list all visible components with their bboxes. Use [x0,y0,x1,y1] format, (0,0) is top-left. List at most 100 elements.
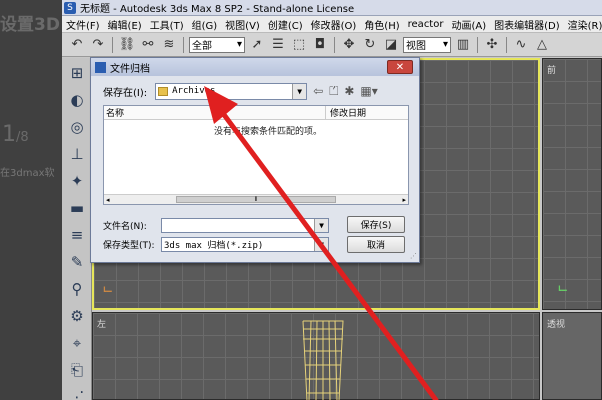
file-list[interactable]: 名称 修改日期 没有与搜索条件匹配的项。 ◂ ⦀ ▸ [103,105,409,205]
chevron-down-icon[interactable]: ▼ [292,83,307,99]
save-in-label: 保存在(I): [103,87,148,99]
modify-panel-icon[interactable]: ◐ [66,89,88,111]
background-page-text: 在3dmax软 [0,168,55,179]
menu-edit[interactable]: 编辑(E) [104,17,146,32]
chevron-down-icon[interactable]: ▼ [314,237,328,251]
brush-icon[interactable]: ✎ [66,251,88,273]
background-page: 设置3D 1/8 在3dmax软 [0,0,62,400]
select-object-icon[interactable]: ➚ [248,36,266,54]
select-manipulate-icon[interactable]: ✣ [483,36,501,54]
menu-group[interactable]: 组(G) [188,17,222,32]
viewport-front[interactable]: 前 ┗━ [542,58,602,310]
angle-snap-icon[interactable]: △ [533,36,551,54]
display-panel-icon[interactable]: ✦ [66,170,88,192]
new-folder-icon[interactable]: ✱ [344,84,354,98]
slide-counter: 1/8 [2,122,29,147]
slide-total: /8 [16,130,29,145]
save-button[interactable]: 保存(S) [347,216,405,233]
selection-filter-dropdown[interactable]: 全部 ▾ [189,36,245,53]
scale-icon[interactable]: ◪ [382,36,400,54]
back-arrow-icon[interactable]: ⇦ [313,84,323,98]
column-header-name[interactable]: 名称 [104,106,326,119]
wrench-icon[interactable]: ⚲ [66,278,88,300]
helper-icon[interactable]: ⌖ [66,332,88,354]
horizontal-scrollbar[interactable]: ◂ ⦀ ▸ [104,194,408,204]
dialog-app-icon [95,61,106,73]
scrollbar-thumb[interactable]: ⦀ [176,196,336,203]
hierarchy-panel-icon[interactable]: ◎ [66,116,88,138]
save-in-row: 保存在(I): Archives ▼ ⇦ ⏍ ✱ ▦▾ [103,82,409,100]
scroll-right-icon[interactable]: ▸ [402,196,406,204]
scroll-left-icon[interactable]: ◂ [106,196,110,204]
menu-create[interactable]: 创建(C) [264,17,307,32]
filename-label: 文件名(N): [103,221,147,232]
spacewarp-icon[interactable]: ⋰ [66,386,88,400]
menu-modifiers[interactable]: 修改器(O) [307,17,361,32]
main-toolbar: ↶ ↷ ⛓ ⚯ ≋ 全部 ▾ ➚ ☰ ⬚ ◘ ✥ ↻ ◪ 视图 ▾ ▥ ✣ ∿ △ [62,33,602,57]
dialog-close-button[interactable]: ✕ [387,60,413,74]
menu-reactor[interactable]: reactor [404,19,448,30]
motion-panel-icon[interactable]: ⊥ [66,143,88,165]
toolbar-separator [334,36,335,53]
link-icon[interactable]: ⛓ [118,36,136,54]
unlink-icon[interactable]: ⚯ [139,36,157,54]
selection-filter-value: 全部 [192,41,212,52]
reference-coordinate-dropdown[interactable]: 视图 ▾ [403,36,451,53]
gear-icon[interactable]: ⚙ [66,305,88,327]
toolbar-separator [506,36,507,53]
chevron-down-icon: ▾ [442,39,448,50]
menu-bar: 文件(F) 编辑(E) 工具(T) 组(G) 视图(V) 创建(C) 修改器(O… [62,16,602,33]
wireframe-model [302,320,344,400]
column-header-date[interactable]: 修改日期 [326,106,366,119]
app-logo-icon[interactable]: S [64,1,76,14]
menu-character[interactable]: 角色(H) [360,17,403,32]
reference-coordinate-value: 视图 [406,41,426,52]
filetype-dropdown[interactable]: 3ds max 归档(*.zip) ▼ [161,236,329,252]
viewport-perspective-label[interactable]: 透视 [547,317,565,330]
dialog-title: 文件归档 [110,63,150,75]
snaps-toggle-icon[interactable]: ∿ [512,36,530,54]
redo-icon[interactable]: ↷ [89,36,107,54]
window-crossing-icon[interactable]: ◘ [311,36,329,54]
save-in-dropdown[interactable]: Archives ▼ [155,82,308,100]
menu-graph-editors[interactable]: 图表编辑器(D) [490,17,564,32]
camera-icon[interactable]: ⎗ [66,359,88,381]
background-page-title: 设置3D [0,15,60,35]
viewport-perspective[interactable]: 透视 [542,312,602,400]
pivot-center-icon[interactable]: ▥ [454,36,472,54]
menu-tools[interactable]: 工具(T) [146,17,188,32]
save-in-value: Archives [172,86,216,96]
toolbar-separator [112,36,113,53]
filename-input[interactable]: ▼ [161,217,329,233]
utilities-panel-icon[interactable]: ▬ [66,197,88,219]
view-menu-icon[interactable]: ▦▾ [360,84,377,98]
menu-animation[interactable]: 动画(A) [447,17,490,32]
rotate-icon[interactable]: ↻ [361,36,379,54]
chevron-down-icon[interactable]: ▼ [314,218,328,232]
window-titlebar[interactable]: S 无标题 - Autodesk 3ds Max 8 SP2 - Stand-a… [62,0,602,16]
viewport-left-label[interactable]: 左 [97,317,106,330]
filetype-value: 3ds max 归档(*.zip) [164,240,264,251]
cancel-button[interactable]: 取消 [347,236,405,253]
menu-views[interactable]: 视图(V) [221,17,264,32]
bind-space-warp-icon[interactable]: ≋ [160,36,178,54]
toolbar-separator [183,36,184,53]
viewport-left[interactable]: 左 [92,312,540,400]
dialog-titlebar[interactable]: 文件归档 ✕ [91,58,419,76]
rectangular-selection-icon[interactable]: ⬚ [290,36,308,54]
move-icon[interactable]: ✥ [340,36,358,54]
empty-list-message: 没有与搜索条件匹配的项。 [214,127,323,137]
undo-icon[interactable]: ↶ [68,36,86,54]
file-list-header: 名称 修改日期 [104,106,408,120]
create-panel-icon[interactable]: ⊞ [66,62,88,84]
up-folder-icon[interactable]: ⏍ [329,84,338,99]
tool-icon[interactable]: ≡ [66,224,88,246]
menu-rendering[interactable]: 渲染(R) [564,17,602,32]
viewport-front-label[interactable]: 前 [547,63,556,76]
resize-grip-icon[interactable]: ⋰ [410,252,417,260]
menu-file[interactable]: 文件(F) [62,17,104,32]
folder-icon [158,86,169,96]
select-by-name-icon[interactable]: ☰ [269,36,287,54]
file-archive-dialog: 文件归档 ✕ 保存在(I): Archives ▼ ⇦ ⏍ ✱ ▦▾ 名称 修改… [90,57,420,263]
axis-gizmo-icon: ┗━ [102,287,112,296]
